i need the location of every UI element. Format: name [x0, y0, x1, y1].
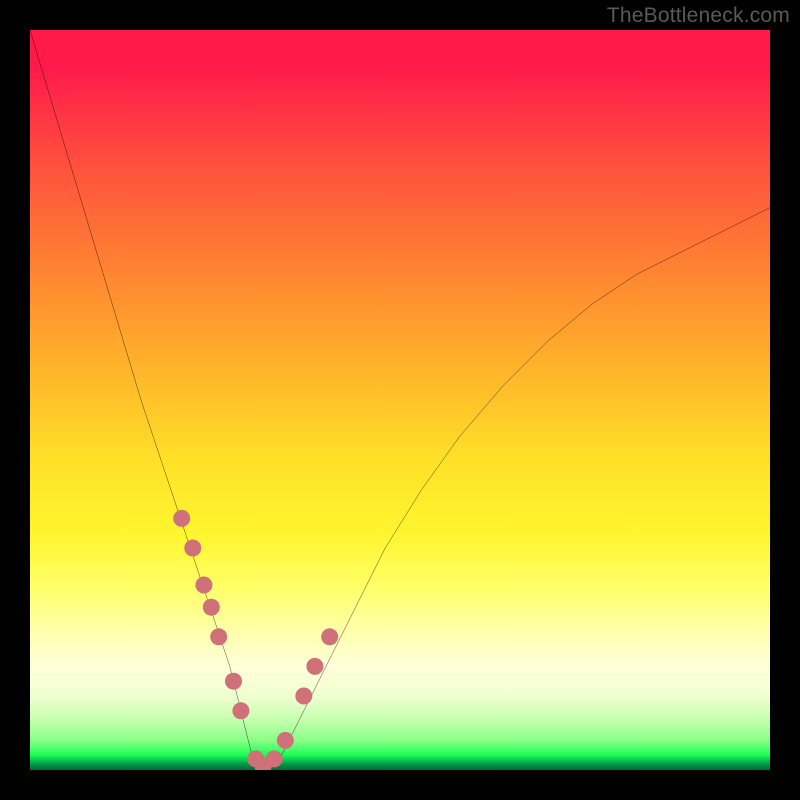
marker-dot	[210, 628, 227, 645]
marker-dot	[225, 673, 242, 690]
marker-dot	[232, 702, 249, 719]
marker-dot	[266, 750, 283, 767]
bottleneck-curve	[30, 30, 770, 770]
marker-dot	[184, 539, 201, 556]
chart-frame: TheBottleneck.com	[0, 0, 800, 800]
curve-layer	[30, 30, 770, 770]
marker-dot	[295, 687, 312, 704]
marker-dot	[277, 732, 294, 749]
watermark-text: TheBottleneck.com	[607, 4, 790, 28]
marker-dot	[203, 599, 220, 616]
marker-dot	[321, 628, 338, 645]
marker-group	[173, 510, 338, 770]
marker-dot	[306, 658, 323, 675]
marker-dot	[173, 510, 190, 527]
marker-dot	[195, 576, 212, 593]
plot-area	[30, 30, 770, 770]
